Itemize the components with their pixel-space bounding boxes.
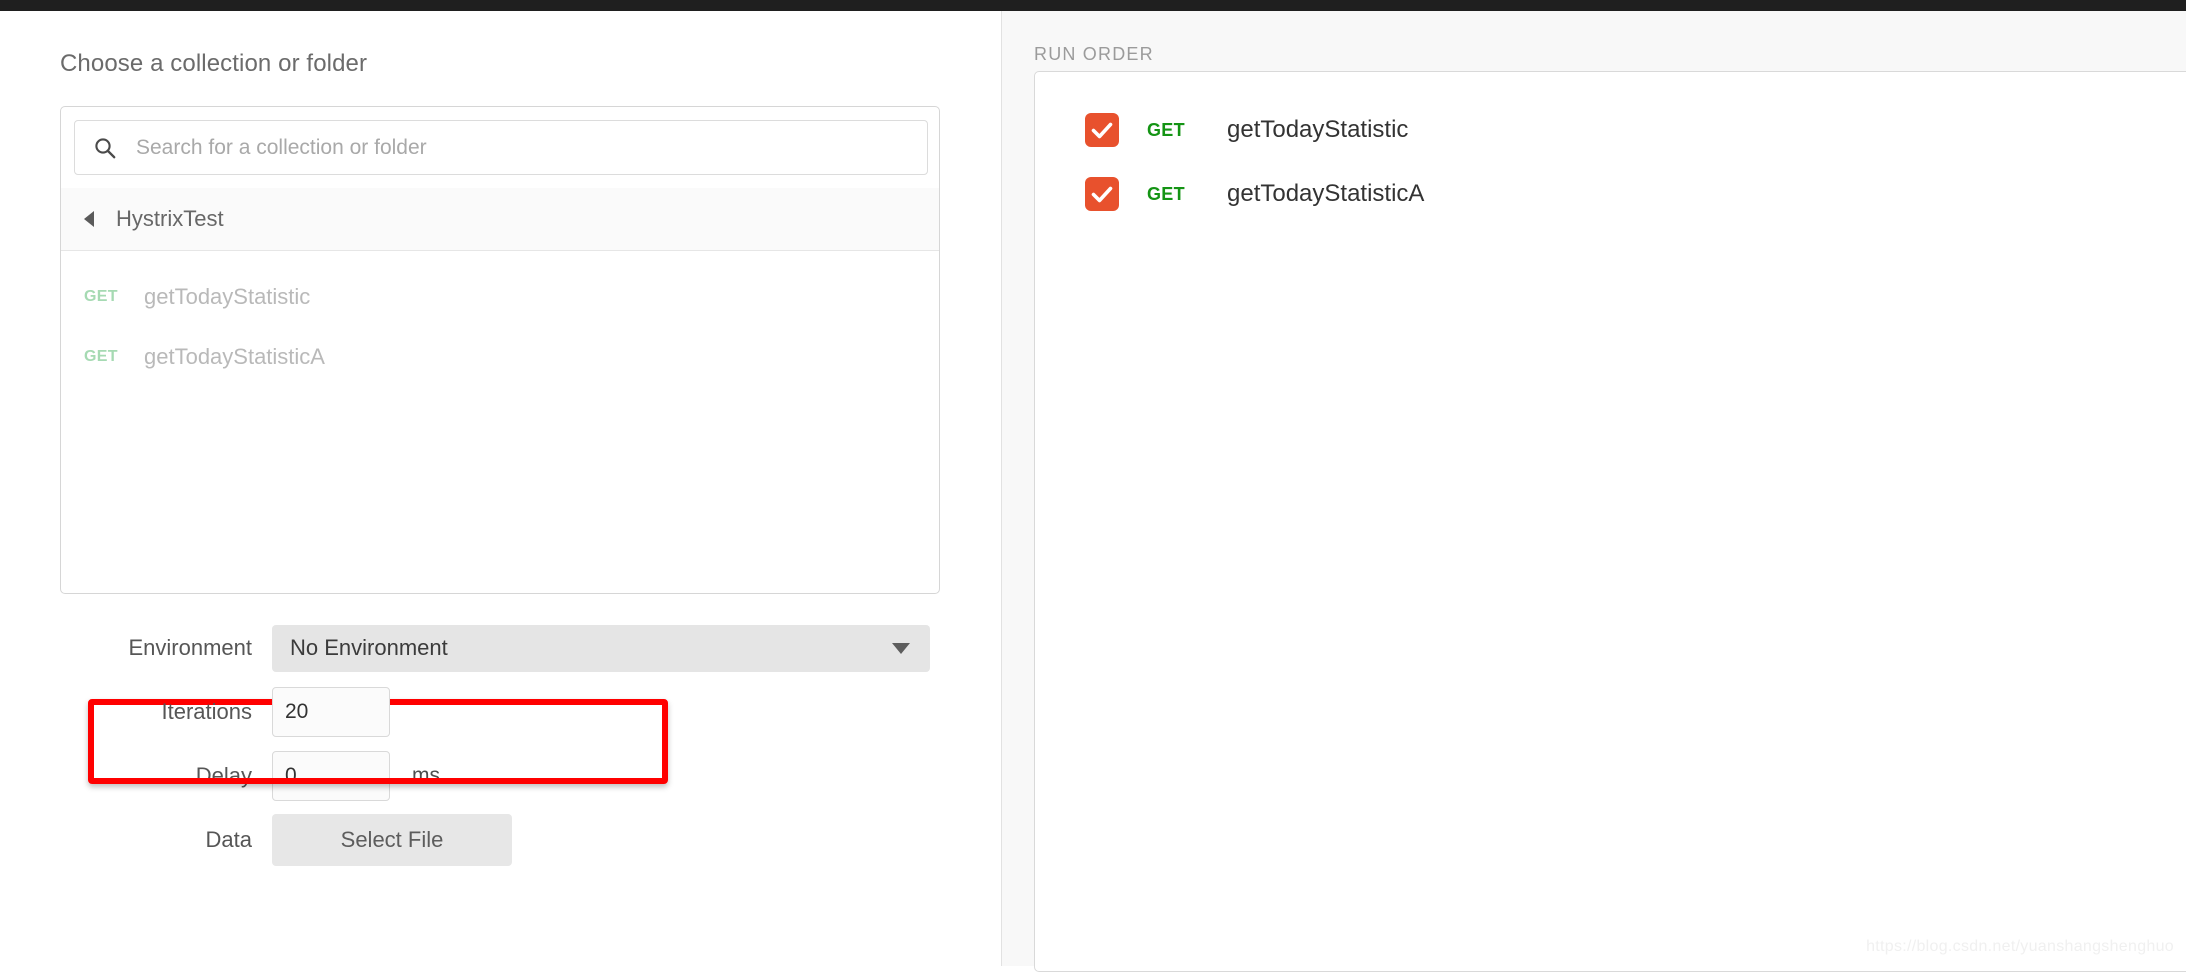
run-item-method: GET <box>1147 119 1185 140</box>
run-item-method: GET <box>1147 183 1185 204</box>
delay-label: Delay <box>195 763 252 788</box>
breadcrumb-label: HystrixTest <box>116 206 224 231</box>
window-titlebar <box>0 0 2186 11</box>
delay-row: Delay ms <box>0 744 1002 808</box>
run-settings-form: Environment No Environment Iterations De… <box>0 616 1002 872</box>
run-order-title: RUN ORDER <box>1034 44 1154 64</box>
data-label: Data <box>205 827 252 852</box>
search-input[interactable] <box>136 135 896 160</box>
collection-runner: Choose a collection or folder HystrixTes… <box>0 11 2186 972</box>
environment-select[interactable]: No Environment <box>272 624 930 672</box>
data-row: Data Select File <box>0 808 1002 872</box>
right-pane: RUN ORDER GET getTodayStatistic GET getT… <box>1002 11 2186 972</box>
list-item[interactable]: GET getTodayStatisticA <box>61 327 939 387</box>
table-row[interactable]: GET getTodayStatisticA <box>1035 162 2186 226</box>
iterations-row: Iterations <box>0 680 1002 744</box>
back-caret-icon[interactable] <box>84 211 94 227</box>
iterations-label: Iterations <box>161 699 253 724</box>
environment-label: Environment <box>128 635 252 660</box>
request-name: getTodayStatisticA <box>144 344 325 369</box>
search-wrapper <box>74 120 928 175</box>
request-list: GET getTodayStatistic GET getTodayStatis… <box>61 252 939 593</box>
run-item-name: getTodayStatistic <box>1227 116 1409 143</box>
run-item-checkbox[interactable] <box>1085 113 1119 147</box>
environment-row: Environment No Environment <box>0 616 1002 680</box>
run-item-checkbox[interactable] <box>1085 177 1119 211</box>
breadcrumb[interactable]: HystrixTest <box>61 188 939 251</box>
table-row[interactable]: GET getTodayStatistic <box>1035 98 2186 162</box>
request-name: getTodayStatistic <box>144 284 311 309</box>
request-method: GET <box>84 348 118 365</box>
delay-input[interactable] <box>272 751 390 801</box>
request-method: GET <box>84 288 118 305</box>
run-item-name: getTodayStatisticA <box>1227 180 1425 207</box>
select-file-button[interactable]: Select File <box>272 814 512 866</box>
search-field[interactable] <box>74 120 928 175</box>
environment-selected-value: No Environment <box>290 635 448 660</box>
iterations-input[interactable] <box>272 687 390 737</box>
page-title: Choose a collection or folder <box>60 50 368 77</box>
collection-chooser: HystrixTest GET getTodayStatistic GET ge… <box>60 106 940 594</box>
list-item[interactable]: GET getTodayStatistic <box>61 267 939 327</box>
left-pane: Choose a collection or folder HystrixTes… <box>0 11 1002 966</box>
run-order-list: GET getTodayStatistic GET getTodayStatis… <box>1034 71 2186 972</box>
watermark: https://blog.csdn.net/yuanshangshenghuo <box>1866 938 2174 955</box>
search-icon <box>94 137 116 159</box>
delay-unit-label: ms <box>412 764 440 787</box>
chevron-down-icon[interactable] <box>892 642 910 654</box>
